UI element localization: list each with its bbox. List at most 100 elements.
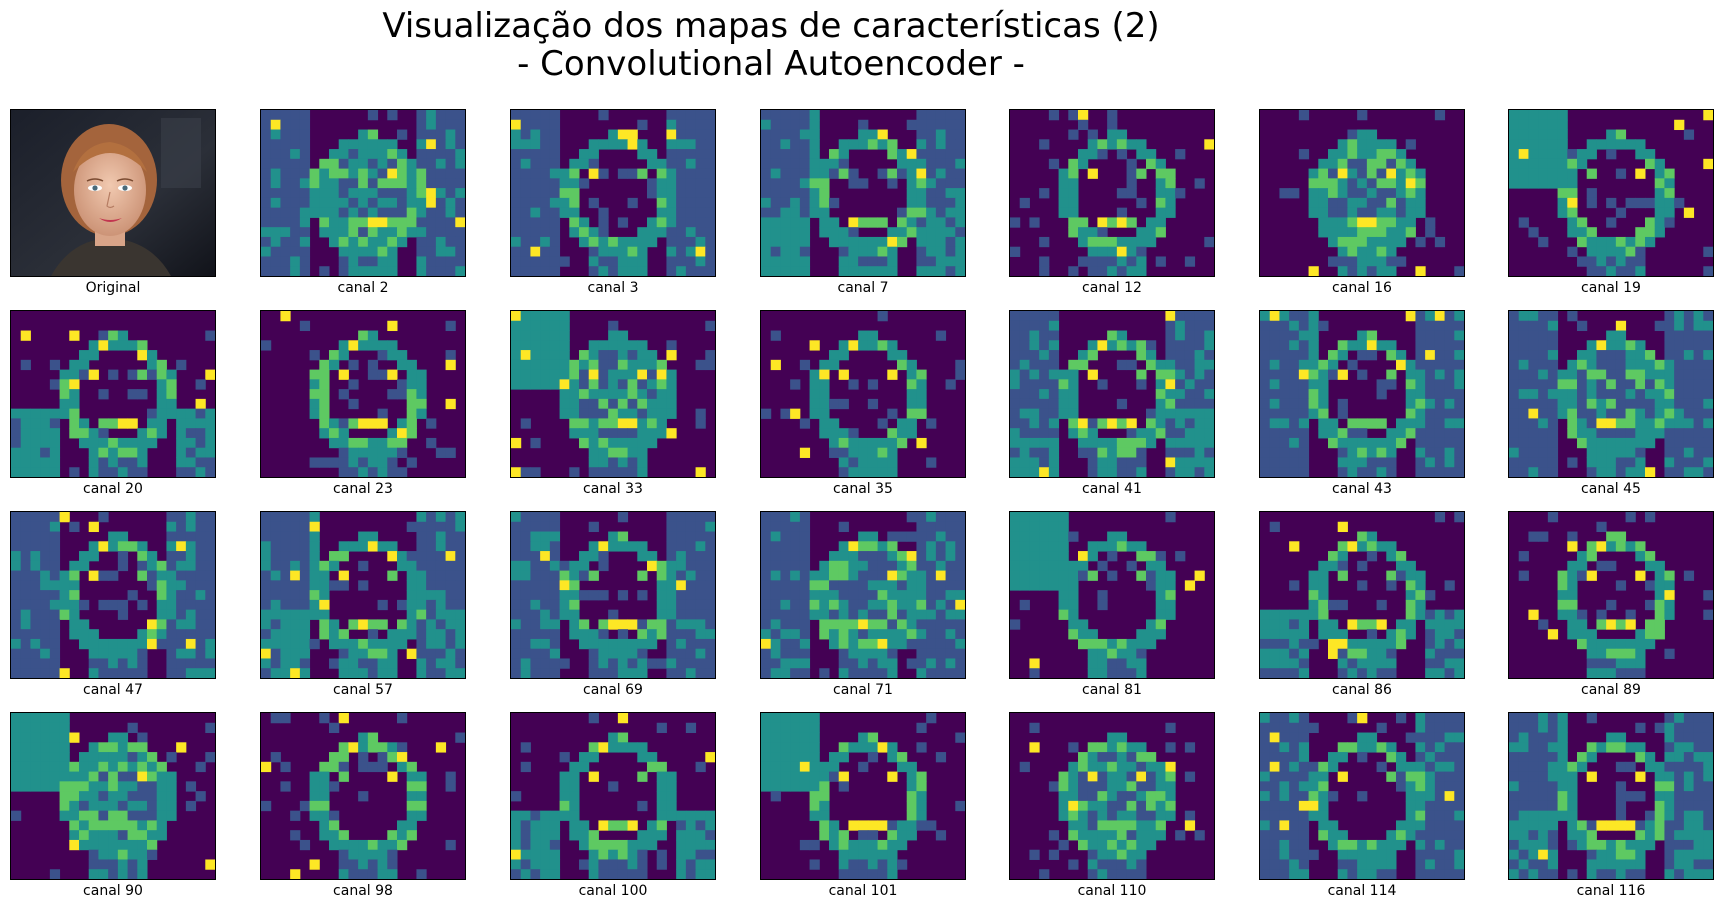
subplot: canal 86 (1259, 511, 1465, 701)
feature-map-panel (1009, 712, 1215, 880)
feature-map-panel (10, 310, 216, 478)
subplot-label: canal 114 (1327, 883, 1397, 899)
feature-map-image (261, 512, 465, 678)
subplot: canal 90 (10, 712, 216, 902)
subplot: canal 19 (1508, 109, 1714, 299)
subplot: canal 71 (760, 511, 966, 701)
feature-map-image (1260, 110, 1464, 276)
feature-map-image (511, 512, 715, 678)
subplot: canal 23 (260, 310, 466, 500)
feature-map-image (11, 311, 215, 477)
feature-map-panel (510, 511, 716, 679)
feature-map-image (511, 110, 715, 276)
feature-map-panel (10, 511, 216, 679)
subplot-label: canal 89 (1581, 682, 1641, 698)
subplot: canal 100 (510, 712, 716, 902)
feature-map-panel (1508, 310, 1714, 478)
subplot: canal 33 (510, 310, 716, 500)
subplot-label: canal 90 (83, 883, 143, 899)
feature-map-panel (1508, 712, 1714, 880)
feature-map-panel (1009, 310, 1215, 478)
subplot-label: Original (85, 280, 141, 296)
feature-map-panel (10, 712, 216, 880)
feature-map-panel (260, 109, 466, 277)
subplot: canal 57 (260, 511, 466, 701)
feature-map-image (761, 110, 965, 276)
subplot-label: canal 20 (83, 481, 143, 497)
subplot-label: canal 86 (1332, 682, 1392, 698)
subplot-label: canal 57 (333, 682, 393, 698)
subplot-label: canal 33 (583, 481, 643, 497)
feature-map-panel (760, 511, 966, 679)
subplot: canal 35 (760, 310, 966, 500)
feature-map-panel (1259, 511, 1465, 679)
original-face-photo (11, 110, 215, 276)
feature-map-panel (260, 310, 466, 478)
feature-map-panel (1508, 109, 1714, 277)
feature-map-image (1010, 713, 1214, 879)
subplot-label: canal 23 (333, 481, 393, 497)
subplot: canal 41 (1009, 310, 1215, 500)
subplot-label: canal 43 (1332, 481, 1392, 497)
feature-map-image (761, 713, 965, 879)
feature-map-image (11, 512, 215, 678)
feature-map-image (1509, 713, 1713, 879)
feature-map-image (511, 311, 715, 477)
feature-map-image (1010, 512, 1214, 678)
feature-map-image (1260, 311, 1464, 477)
feature-map-image (1010, 110, 1214, 276)
subplot: canal 20 (10, 310, 216, 500)
feature-map-panel (510, 310, 716, 478)
feature-map-image (261, 110, 465, 276)
feature-map-panel (1259, 109, 1465, 277)
subplot-label: canal 100 (578, 883, 648, 899)
feature-map-panel (1259, 310, 1465, 478)
feature-map-panel (1508, 511, 1714, 679)
subplot: canal 43 (1259, 310, 1465, 500)
subplot: canal 81 (1009, 511, 1215, 701)
subplot-label: canal 71 (833, 682, 893, 698)
feature-map-panel (760, 109, 966, 277)
subplot-label: canal 98 (333, 883, 393, 899)
feature-map-image (1260, 512, 1464, 678)
feature-map-image (1509, 110, 1713, 276)
subplot-label: canal 7 (837, 280, 889, 296)
subplot-label: canal 35 (833, 481, 893, 497)
subplot-label: canal 81 (1082, 682, 1142, 698)
subplot: canal 116 (1508, 712, 1714, 902)
subplot: canal 2 (260, 109, 466, 299)
feature-map-image (1509, 311, 1713, 477)
feature-map-panel (760, 310, 966, 478)
feature-map-grid: Original canal 2 canal 3 canal 7 canal 12 can… (0, 0, 1722, 909)
feature-map-image (11, 713, 215, 879)
feature-map-image (761, 512, 965, 678)
subplot-label: canal 69 (583, 682, 643, 698)
subplot: canal 69 (510, 511, 716, 701)
subplot: canal 47 (10, 511, 216, 701)
subplot: canal 7 (760, 109, 966, 299)
feature-map-panel (510, 712, 716, 880)
subplot: canal 89 (1508, 511, 1714, 701)
feature-map-image (261, 311, 465, 477)
subplot-label: canal 12 (1082, 280, 1142, 296)
subplot-label: canal 19 (1581, 280, 1641, 296)
subplot: Original (10, 109, 216, 299)
subplot-label: canal 3 (587, 280, 639, 296)
feature-map-panel (1009, 109, 1215, 277)
feature-map-image (1260, 713, 1464, 879)
feature-map-image (511, 713, 715, 879)
subplot-label: canal 16 (1332, 280, 1392, 296)
subplot-label: canal 47 (83, 682, 143, 698)
subplot: canal 101 (760, 712, 966, 902)
feature-map-image (1010, 311, 1214, 477)
subplot-label: canal 101 (828, 883, 898, 899)
subplot-label: canal 41 (1082, 481, 1142, 497)
subplot: canal 110 (1009, 712, 1215, 902)
feature-map-panel (260, 712, 466, 880)
feature-map-image (761, 311, 965, 477)
feature-map-panel (510, 109, 716, 277)
feature-map-panel (760, 712, 966, 880)
subplot-label: canal 116 (1576, 883, 1646, 899)
feature-map-panel (1259, 712, 1465, 880)
subplot-label: canal 45 (1581, 481, 1641, 497)
